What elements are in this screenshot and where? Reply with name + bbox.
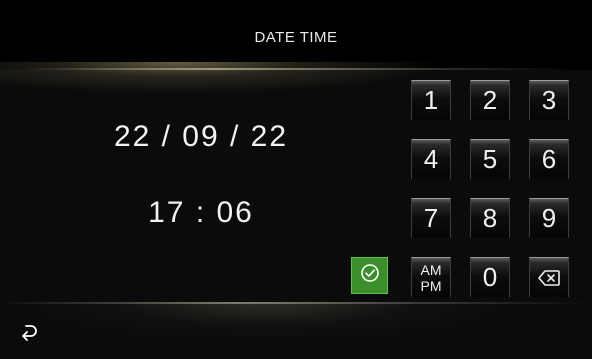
am-label: AM — [420, 262, 442, 278]
date-field[interactable]: 22 / 09 / 22 — [60, 120, 342, 154]
bottom-divider — [0, 302, 592, 304]
key-2[interactable]: 2 — [470, 80, 510, 120]
date-time-screen: DATE TIME 22 / 09 / 22 17 : 06 1 2 3 4 5… — [0, 0, 592, 359]
backspace-icon — [538, 262, 560, 293]
confirm-button[interactable] — [351, 257, 388, 294]
key-6[interactable]: 6 — [529, 139, 569, 179]
pm-label: PM — [420, 278, 442, 294]
return-arrow-icon — [16, 321, 38, 346]
page-title: DATE TIME — [254, 29, 338, 46]
key-0[interactable]: 0 — [470, 257, 510, 297]
check-circle-icon — [360, 263, 380, 288]
am-pm-toggle-button[interactable]: AM PM — [411, 257, 451, 297]
key-1[interactable]: 1 — [411, 80, 451, 120]
key-7[interactable]: 7 — [411, 198, 451, 238]
top-divider — [20, 68, 572, 70]
time-field[interactable]: 17 : 06 — [60, 196, 342, 230]
back-button[interactable] — [14, 322, 40, 344]
key-9[interactable]: 9 — [529, 198, 569, 238]
key-3[interactable]: 3 — [529, 80, 569, 120]
key-8[interactable]: 8 — [470, 198, 510, 238]
bottom-divider-glow — [0, 302, 592, 359]
key-4[interactable]: 4 — [411, 139, 451, 179]
header-bar: DATE TIME — [0, 0, 592, 70]
backspace-button[interactable] — [529, 257, 569, 297]
key-5[interactable]: 5 — [470, 139, 510, 179]
